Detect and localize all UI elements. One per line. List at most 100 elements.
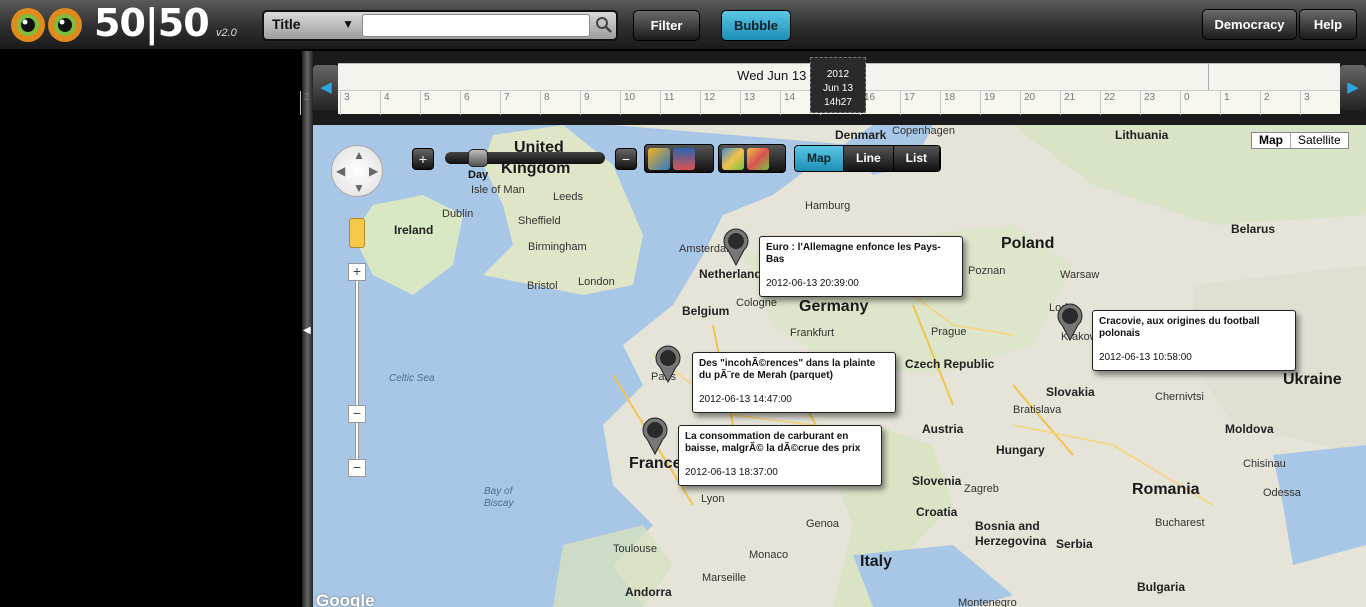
pan-control[interactable]: ▲ ▼ ◀ ▶ bbox=[331, 145, 383, 197]
source-filter-group-2 bbox=[718, 144, 786, 173]
help-button[interactable]: Help bbox=[1299, 9, 1357, 40]
source-target-icon[interactable] bbox=[673, 148, 695, 170]
search-field-select[interactable]: Title ▼ bbox=[268, 14, 360, 37]
place-label: London bbox=[578, 276, 615, 288]
timeline-hour-tick: 9 bbox=[580, 91, 590, 115]
time-scale-slider-handle[interactable] bbox=[468, 149, 488, 167]
map-type-map[interactable]: Map bbox=[1252, 133, 1291, 148]
zoom-slider-handle[interactable]: − bbox=[348, 405, 366, 423]
place-label: Marseille bbox=[702, 572, 747, 584]
place-label: Bucharest bbox=[1155, 517, 1205, 529]
pan-left-icon[interactable]: ◀ bbox=[336, 164, 345, 178]
timeline-next-button[interactable]: ▶ bbox=[1340, 65, 1366, 111]
arrow-left-icon: ◀ bbox=[320, 79, 332, 96]
place-label: Monaco bbox=[749, 549, 789, 561]
news-bubble[interactable]: La consommation de carburant en baisse, … bbox=[678, 425, 882, 486]
place-label: Toulouse bbox=[613, 543, 658, 555]
cursor-time: 14h27 bbox=[824, 97, 852, 108]
map[interactable]: United Kingdom Isle of Man Ireland Dublin Lee… bbox=[313, 125, 1366, 607]
cursor-day: Jun 13 bbox=[822, 83, 854, 94]
zoom-in-button[interactable]: + bbox=[348, 263, 366, 281]
timeline-hour-tick: 0 bbox=[1180, 91, 1190, 115]
timeline-hour-tick: 12 bbox=[700, 91, 715, 115]
place-label: Leeds bbox=[553, 191, 583, 203]
news-title: Des "incohÃ©rences" dans la plainte du p… bbox=[699, 358, 876, 381]
timeline-prev-button[interactable]: ◀ bbox=[313, 65, 339, 111]
timeline-hour-tick: 8 bbox=[540, 91, 550, 115]
news-date: 2012-06-13 20:39:00 bbox=[766, 278, 859, 289]
filter-button[interactable]: Filter bbox=[633, 10, 700, 41]
timeline: ◀ Wed Jun 13 2012 2345678910111213141516… bbox=[300, 51, 1366, 125]
timeline-hour-tick: 6 bbox=[460, 91, 470, 115]
place-label: Celtic Sea bbox=[389, 373, 435, 384]
search-input[interactable] bbox=[362, 14, 590, 37]
place-label: Andorra bbox=[625, 585, 672, 599]
source-dartboard-icon[interactable] bbox=[747, 148, 769, 170]
view-map-button[interactable]: Map bbox=[795, 146, 844, 171]
place-label: Bay of bbox=[484, 486, 513, 497]
timeline-hour-tick: 10 bbox=[620, 91, 635, 115]
timeline-hour-tick: 17 bbox=[900, 91, 915, 115]
news-bubble[interactable]: Cracovie, aux origines du football polon… bbox=[1092, 310, 1296, 371]
place-label: Croatia bbox=[916, 505, 958, 519]
logo-gears-icon bbox=[11, 8, 82, 42]
place-label: Sheffield bbox=[518, 215, 561, 227]
democracy-button[interactable]: Democracy bbox=[1202, 9, 1297, 40]
top-bar: 50|50 v2.0 Title ▼ Filter Bubble Democra… bbox=[0, 0, 1366, 50]
timeline-hour-tick: 5 bbox=[420, 91, 430, 115]
timeline-hour-tick: 4 bbox=[380, 91, 390, 115]
news-marker-icon[interactable] bbox=[653, 345, 683, 383]
place-label: Hungary bbox=[996, 443, 1045, 457]
timeline-hour-tick: 21 bbox=[1060, 91, 1075, 115]
pegman-icon[interactable] bbox=[349, 218, 365, 248]
pan-right-icon[interactable]: ▶ bbox=[369, 164, 378, 178]
timeline-hour-tick: 2 bbox=[1260, 91, 1270, 115]
app-version: v2.0 bbox=[216, 27, 237, 39]
app-logo[interactable]: 50|50 bbox=[94, 1, 210, 45]
arrow-right-icon: ▶ bbox=[1347, 79, 1359, 96]
timeline-hour-tick: 19 bbox=[980, 91, 995, 115]
time-zoom-out-button[interactable]: − bbox=[615, 148, 637, 170]
map-zoom-bar[interactable] bbox=[355, 272, 359, 462]
timeline-hour-tick: 7 bbox=[500, 91, 510, 115]
news-bubble[interactable]: Euro : l'Allemagne enfonce les Pays-Bas … bbox=[759, 236, 963, 297]
place-label: Isle of Man bbox=[471, 184, 525, 196]
news-marker-icon[interactable] bbox=[721, 228, 751, 266]
time-zoom-in-button[interactable]: + bbox=[412, 148, 434, 170]
map-type-satellite[interactable]: Satellite bbox=[1291, 133, 1348, 148]
place-label: Copenhagen bbox=[892, 125, 956, 137]
place-label: Bristol bbox=[527, 280, 558, 292]
place-label: Austria bbox=[922, 422, 964, 436]
search-icon[interactable] bbox=[594, 15, 614, 35]
view-mode-segmented: Map Line List bbox=[794, 145, 942, 172]
place-label: Slovakia bbox=[1046, 385, 1095, 399]
collapse-arrow-icon[interactable]: ◀ bbox=[303, 325, 311, 336]
timeline-cursor[interactable]: 2012 Jun 13 14h27 bbox=[810, 57, 866, 113]
left-panel bbox=[0, 51, 302, 607]
news-bubble[interactable]: Des "incohÃ©rences" dans la plainte du p… bbox=[692, 352, 896, 413]
place-label: Poznan bbox=[968, 265, 1006, 277]
source-3-icon[interactable] bbox=[648, 148, 670, 170]
time-scale-label: Day bbox=[468, 169, 489, 181]
news-marker-icon[interactable] bbox=[640, 417, 670, 455]
pan-down-icon[interactable]: ▼ bbox=[353, 181, 365, 195]
view-list-button[interactable]: List bbox=[893, 146, 941, 171]
map-type-toggle: Map Satellite bbox=[1251, 132, 1349, 149]
zoom-out-button[interactable]: − bbox=[348, 459, 366, 477]
place-label: Lithuania bbox=[1115, 128, 1169, 142]
news-title: Cracovie, aux origines du football polon… bbox=[1099, 316, 1260, 339]
place-label: Herzegovina bbox=[975, 534, 1047, 548]
timeline-date: Wed Jun 13 2012 bbox=[737, 68, 839, 83]
timeline-hour-tick: 14 bbox=[780, 91, 795, 115]
news-title: La consommation de carburant en baisse, … bbox=[685, 431, 861, 454]
search-bar: Title ▼ bbox=[262, 10, 618, 41]
timeline-hour-tick: 1 bbox=[1220, 91, 1230, 115]
news-marker-icon[interactable] bbox=[1055, 303, 1085, 341]
bubble-button[interactable]: Bubble bbox=[721, 10, 791, 41]
view-line-button[interactable]: Line bbox=[844, 146, 894, 171]
timeline-hour-tick: 22 bbox=[1100, 91, 1115, 115]
pan-up-icon[interactable]: ▲ bbox=[353, 148, 365, 162]
place-label: Bosnia and bbox=[975, 519, 1040, 533]
source-puzzle-icon[interactable] bbox=[722, 148, 744, 170]
news-date: 2012-06-13 18:37:00 bbox=[685, 467, 778, 478]
